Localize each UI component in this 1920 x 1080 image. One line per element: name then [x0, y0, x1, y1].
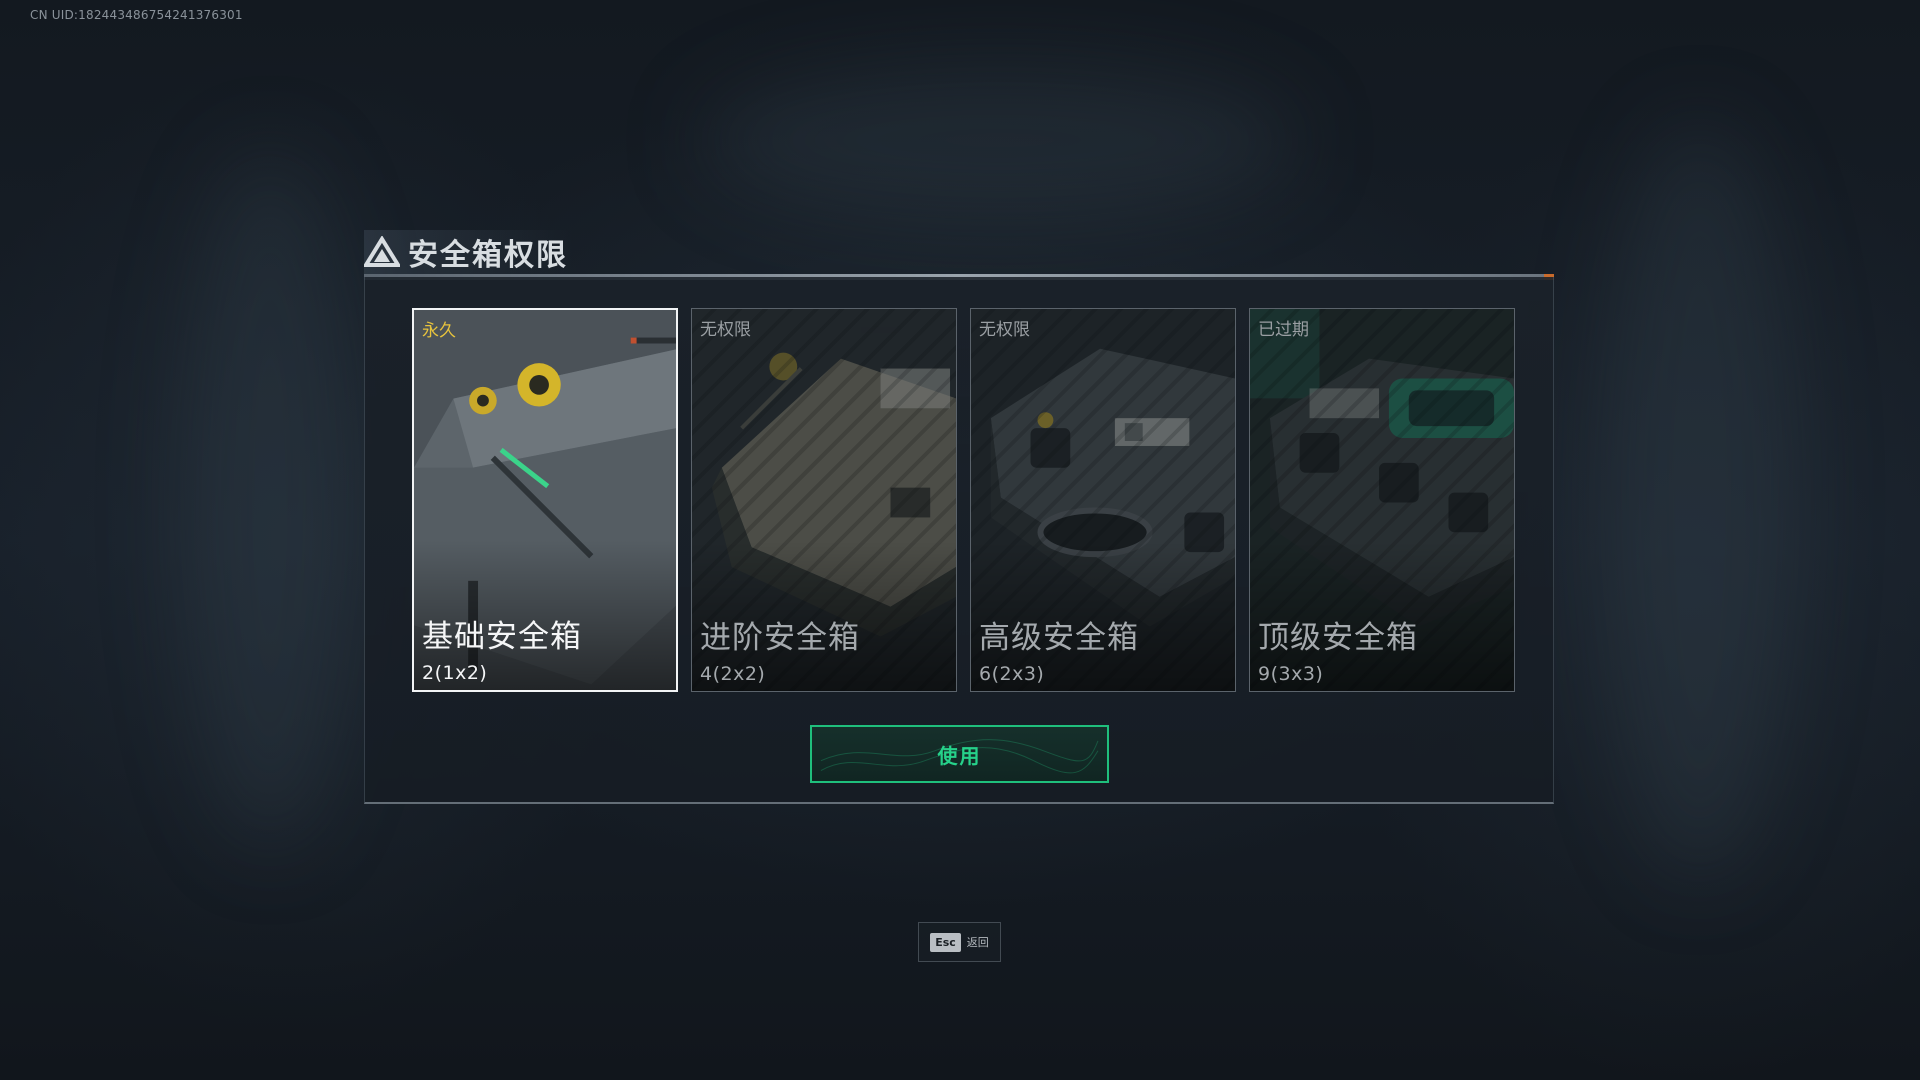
safe-box-card-top[interactable]: 已过期 顶级安全箱 9(3x3)	[1249, 308, 1515, 692]
card-status: 已过期	[1258, 320, 1309, 340]
card-capacity: 2(1x2)	[422, 662, 488, 684]
delta-logo-icon	[364, 236, 400, 267]
esc-key-icon: Esc	[930, 932, 961, 952]
card-status: 无权限	[979, 320, 1030, 340]
card-name: 高级安全箱	[979, 620, 1139, 656]
background-blur	[1600, 120, 1800, 880]
background-blur	[180, 150, 360, 850]
safe-box-card-list: 永久 基础安全箱 2(1x2) 无权限 进阶安全箱 4(2x2) 无权限 高级安…	[412, 308, 1517, 694]
esc-label: 返回	[966, 936, 989, 949]
panel-header: 安全箱权限	[364, 230, 568, 274]
card-capacity: 9(3x3)	[1258, 663, 1324, 685]
card-capacity: 4(2x2)	[700, 663, 766, 685]
user-uid: CN UID:182443486754241376301	[30, 8, 243, 22]
safe-box-card-basic[interactable]: 永久 基础安全箱 2(1x2)	[412, 308, 678, 692]
card-name: 顶级安全箱	[1258, 620, 1418, 656]
safe-box-card-high[interactable]: 无权限 高级安全箱 6(2x3)	[970, 308, 1236, 692]
card-status: 永久	[422, 321, 456, 341]
game-screen: CN UID:182443486754241376301 安全箱权限 永久 基础…	[0, 0, 1920, 1080]
background-blur	[700, 60, 1300, 220]
card-name: 进阶安全箱	[700, 620, 860, 656]
esc-back-button[interactable]: Esc 返回	[918, 922, 1001, 962]
card-capacity: 6(2x3)	[979, 663, 1045, 685]
contour-pattern-icon	[820, 739, 1099, 774]
card-status: 无权限	[700, 320, 751, 340]
use-button[interactable]: 使用	[810, 725, 1109, 783]
panel-title: 安全箱权限	[408, 238, 568, 273]
card-name: 基础安全箱	[422, 619, 582, 655]
safe-box-card-advanced[interactable]: 无权限 进阶安全箱 4(2x2)	[691, 308, 957, 692]
